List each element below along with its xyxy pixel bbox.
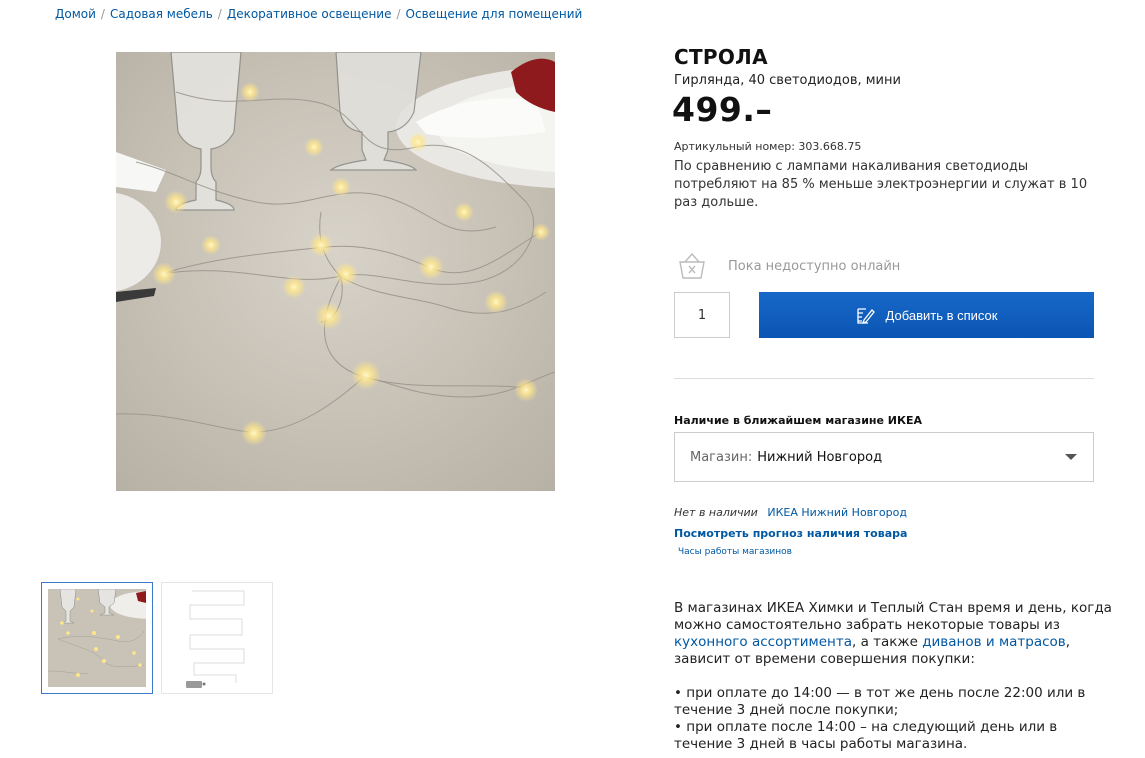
product-description: По сравнению с лампами накаливания свето… — [674, 159, 1088, 210]
stock-store-link[interactable]: ИКЕА Нижний Новгород — [767, 506, 907, 519]
breadcrumb-garden-furniture[interactable]: Садовая мебель — [110, 7, 213, 21]
pencil-list-icon — [856, 305, 876, 325]
thumbnail-photo-illustration — [47, 588, 190, 687]
breadcrumb-separator: / — [217, 7, 222, 21]
pickup-bullet-1: • при оплате до 14:00 — в тот же день по… — [674, 685, 1086, 718]
product-main-image[interactable] — [116, 52, 555, 491]
thumbnail-photo[interactable] — [41, 582, 190, 694]
pickup-bullet-2: • при оплате после 14:00 – на следующий … — [674, 719, 1058, 752]
store-select[interactable]: Магазин: Нижний Новгород — [674, 432, 1094, 482]
online-status-text: Пока недоступно онлайн — [728, 258, 901, 274]
thumbnail-product-diagram[interactable] — [161, 582, 273, 694]
quantity-field[interactable]: 1 — [674, 292, 730, 338]
product-price: 499.– — [672, 90, 773, 129]
stock-status-text: Нет в наличии — [674, 506, 758, 519]
store-hours-link[interactable]: Часы работы магазинов — [678, 547, 792, 557]
chevron-down-icon — [1065, 454, 1077, 460]
availability-forecast-link[interactable]: Посмотреть прогноз наличия товара — [674, 527, 907, 540]
article-number: Артикульный номер: 303.668.75 — [674, 140, 862, 153]
breadcrumb-home[interactable]: Домой — [55, 7, 96, 21]
product-name: СТРОЛА — [674, 45, 768, 69]
breadcrumb-separator: / — [396, 7, 401, 21]
product-subtitle: Гирлянда, 40 светодиодов, мини — [674, 73, 901, 88]
pickup-info-text-1: В магазинах ИКЕА Химки и Теплый Стан вре… — [674, 600, 1112, 633]
thumbnail-diagram-illustration — [162, 583, 272, 693]
add-to-list-label: Добавить в список — [885, 307, 998, 323]
stock-status: Нет в наличии ИКЕА Нижний Новгород — [674, 506, 907, 519]
store-select-label: Магазин: — [690, 449, 753, 465]
breadcrumb-separator: / — [100, 7, 105, 21]
pickup-info: В магазинах ИКЕА Химки и Теплый Стан вре… — [674, 600, 1114, 753]
breadcrumb-decorative-lighting[interactable]: Декоративное освещение — [227, 7, 392, 21]
product-photo-illustration — [116, 52, 555, 491]
section-divider — [674, 378, 1094, 379]
breadcrumb-indoor-lighting[interactable]: Освещение для помещений — [406, 7, 583, 21]
nearest-store-heading: Наличие в ближайшем магазине ИКЕА — [674, 414, 923, 427]
add-to-list-button[interactable]: Добавить в список — [759, 292, 1094, 338]
sofas-mattresses-link[interactable]: диванов и матрасов — [922, 634, 1066, 650]
store-select-value: Нижний Новгород — [757, 449, 883, 465]
pickup-info-paragraph: В магазинах ИКЕА Химки и Теплый Стан вре… — [674, 600, 1114, 668]
breadcrumb: Домой / Садовая мебель / Декоративное освеще… — [55, 7, 582, 21]
pickup-info-text-2: , а также — [852, 634, 923, 650]
online-availability: Пока недоступно онлайн — [676, 251, 900, 281]
kitchen-assortment-link[interactable]: кухонного ассортимента — [674, 634, 852, 650]
basket-unavailable-icon — [676, 251, 708, 281]
